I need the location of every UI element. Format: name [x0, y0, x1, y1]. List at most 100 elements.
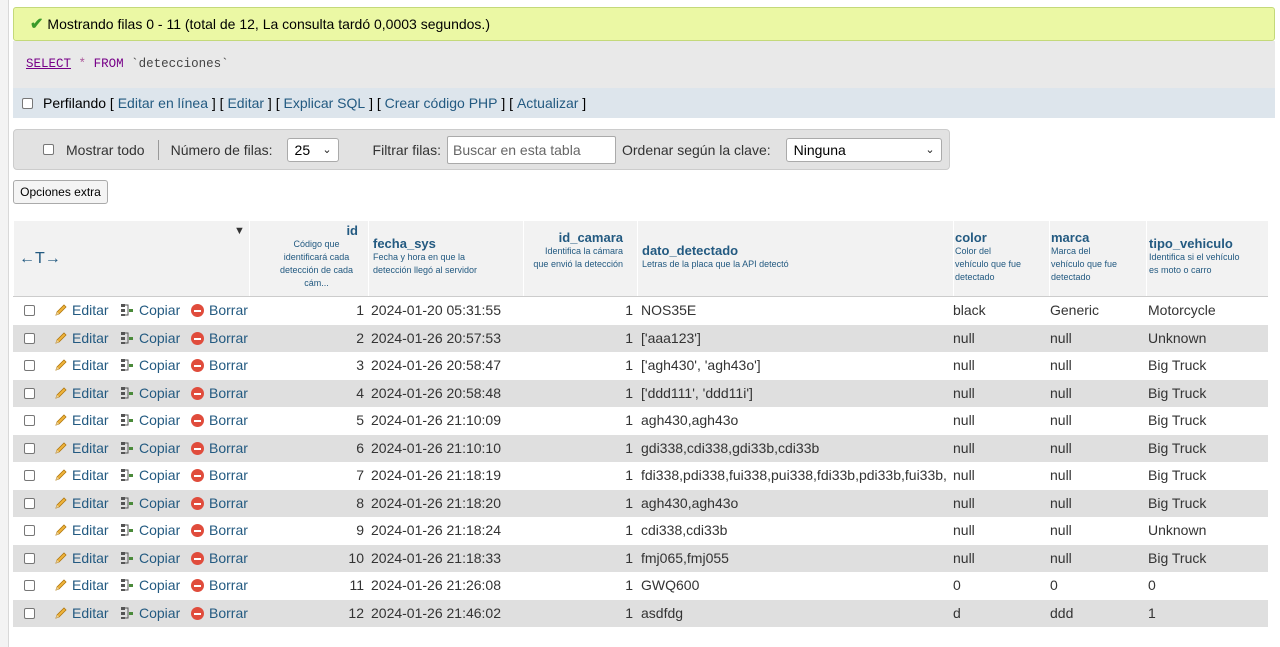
create-php-code-link[interactable]: Crear código PHP — [385, 95, 498, 111]
cell-marca[interactable]: ddd — [1050, 600, 1142, 627]
cell-id-camara[interactable]: 1 — [523, 517, 633, 544]
cell-marca[interactable]: 0 — [1050, 572, 1142, 599]
delete-button[interactable]: Borrar — [191, 490, 248, 517]
edit-button[interactable]: Editar — [54, 407, 109, 434]
cell-color[interactable]: null — [953, 462, 1045, 489]
delete-button[interactable]: Borrar — [191, 572, 248, 599]
cell-id[interactable]: 12 — [249, 600, 364, 627]
cell-id-camara[interactable]: 1 — [523, 435, 633, 462]
cell-dato-detectado[interactable]: cdi338,cdi33b — [641, 517, 947, 544]
extra-options-button[interactable]: Opciones extra — [13, 180, 108, 204]
copy-button[interactable]: Copiar — [120, 297, 180, 324]
copy-button[interactable]: Copiar — [120, 407, 180, 434]
row-checkbox[interactable] — [24, 332, 35, 344]
edit-button[interactable]: Editar — [54, 435, 109, 462]
row-checkbox[interactable] — [24, 387, 35, 399]
row-checkbox[interactable] — [24, 360, 35, 371]
cell-dato-detectado[interactable]: GWQ600 — [641, 572, 947, 599]
cell-dato-detectado[interactable]: agh430,agh43o — [641, 407, 947, 434]
delete-button[interactable]: Borrar — [191, 407, 248, 434]
edit-button[interactable]: Editar — [54, 572, 109, 599]
column-header-id[interactable]: id Código que identificará cada detecció… — [249, 221, 368, 296]
row-checkbox[interactable] — [24, 497, 35, 509]
cell-fecha-sys[interactable]: 2024-01-26 21:10:09 — [371, 407, 521, 434]
delete-button[interactable]: Borrar — [191, 435, 248, 462]
cell-id-camara[interactable]: 1 — [523, 352, 633, 379]
delete-button[interactable]: Borrar — [191, 380, 248, 407]
rows-count-select[interactable]: 25 ⌄ — [286, 137, 339, 162]
cell-fecha-sys[interactable]: 2024-01-26 20:58:48 — [371, 380, 521, 407]
cell-fecha-sys[interactable]: 2024-01-26 21:10:10 — [371, 435, 521, 462]
cell-dato-detectado[interactable]: fmj065,fmj055 — [641, 545, 947, 572]
row-checkbox[interactable] — [24, 525, 35, 536]
cell-id-camara[interactable]: 1 — [523, 407, 633, 434]
cell-tipo-vehiculo[interactable]: Big Truck — [1148, 462, 1266, 489]
edit-button[interactable]: Editar — [54, 517, 109, 544]
sql-select-keyword[interactable]: SELECT — [26, 57, 71, 71]
edit-button[interactable]: Editar — [54, 297, 109, 324]
cell-id-camara[interactable]: 1 — [523, 462, 633, 489]
row-checkbox[interactable] — [24, 580, 35, 591]
cell-id[interactable]: 9 — [249, 517, 364, 544]
refresh-link[interactable]: Actualizar — [517, 95, 578, 111]
row-checkbox[interactable] — [24, 607, 35, 619]
cell-color[interactable]: null — [953, 407, 1045, 434]
cell-color[interactable]: d — [953, 600, 1045, 627]
cell-tipo-vehiculo[interactable]: Unknown — [1148, 325, 1266, 352]
cell-id-camara[interactable]: 1 — [523, 325, 633, 352]
cell-id[interactable]: 5 — [249, 407, 364, 434]
cell-dato-detectado[interactable]: ['aaa123'] — [641, 325, 947, 352]
cell-id[interactable]: 8 — [249, 490, 364, 517]
cell-tipo-vehiculo[interactable]: 0 — [1148, 572, 1266, 599]
cell-id[interactable]: 3 — [249, 352, 364, 379]
cell-fecha-sys[interactable]: 2024-01-26 21:46:02 — [371, 600, 521, 627]
row-checkbox[interactable] — [24, 305, 35, 316]
cell-fecha-sys[interactable]: 2024-01-26 21:18:33 — [371, 545, 521, 572]
cell-tipo-vehiculo[interactable]: Big Truck — [1148, 352, 1266, 379]
cell-color[interactable]: null — [953, 517, 1045, 544]
delete-button[interactable]: Borrar — [191, 325, 248, 352]
cell-id[interactable]: 11 — [249, 572, 364, 599]
row-checkbox[interactable] — [24, 552, 35, 564]
cell-color[interactable]: 0 — [953, 572, 1045, 599]
column-header-color[interactable]: color Color del vehículo que fue detecta… — [953, 221, 1049, 296]
copy-button[interactable]: Copiar — [120, 600, 180, 627]
column-header-id-camara[interactable]: id_camara Identifica la cámara que envió… — [523, 221, 637, 296]
sort-key-select[interactable]: Ninguna ⌄ — [785, 137, 942, 162]
cell-dato-detectado[interactable]: asdfdg — [641, 600, 947, 627]
explain-sql-link[interactable]: Explicar SQL — [284, 95, 366, 111]
delete-button[interactable]: Borrar — [191, 297, 248, 324]
profiling-checkbox[interactable] — [22, 97, 33, 109]
cell-marca[interactable]: null — [1050, 380, 1142, 407]
edit-button[interactable]: Editar — [54, 490, 109, 517]
cell-color[interactable]: null — [953, 352, 1045, 379]
copy-button[interactable]: Copiar — [120, 490, 180, 517]
edit-button[interactable]: Editar — [54, 352, 109, 379]
cell-dato-detectado[interactable]: agh430,agh43o — [641, 490, 947, 517]
cell-color[interactable]: black — [953, 297, 1045, 324]
copy-button[interactable]: Copiar — [120, 572, 180, 599]
cell-marca[interactable]: null — [1050, 490, 1142, 517]
copy-button[interactable]: Copiar — [120, 325, 180, 352]
edit-button[interactable]: Editar — [54, 380, 109, 407]
cell-marca[interactable]: null — [1050, 407, 1142, 434]
cell-id[interactable]: 1 — [249, 297, 364, 324]
cell-dato-detectado[interactable]: NOS35E — [641, 297, 947, 324]
row-checkbox[interactable] — [24, 415, 35, 426]
column-header-dato-detectado[interactable]: dato_detectado Letras de la placa que la… — [637, 221, 953, 296]
cell-id[interactable]: 6 — [249, 435, 364, 462]
cell-id[interactable]: 2 — [249, 325, 364, 352]
cell-marca[interactable]: null — [1050, 352, 1142, 379]
cell-marca[interactable]: null — [1050, 435, 1142, 462]
cell-tipo-vehiculo[interactable]: Big Truck — [1148, 435, 1266, 462]
edit-button[interactable]: Editar — [54, 545, 109, 572]
cell-fecha-sys[interactable]: 2024-01-20 05:31:55 — [371, 297, 521, 324]
cell-marca[interactable]: null — [1050, 462, 1142, 489]
cell-id[interactable]: 10 — [249, 545, 364, 572]
cell-color[interactable]: null — [953, 435, 1045, 462]
cell-id-camara[interactable]: 1 — [523, 490, 633, 517]
copy-button[interactable]: Copiar — [120, 435, 180, 462]
delete-button[interactable]: Borrar — [191, 352, 248, 379]
edit-link[interactable]: Editar — [227, 95, 264, 111]
row-checkbox[interactable] — [24, 442, 35, 454]
